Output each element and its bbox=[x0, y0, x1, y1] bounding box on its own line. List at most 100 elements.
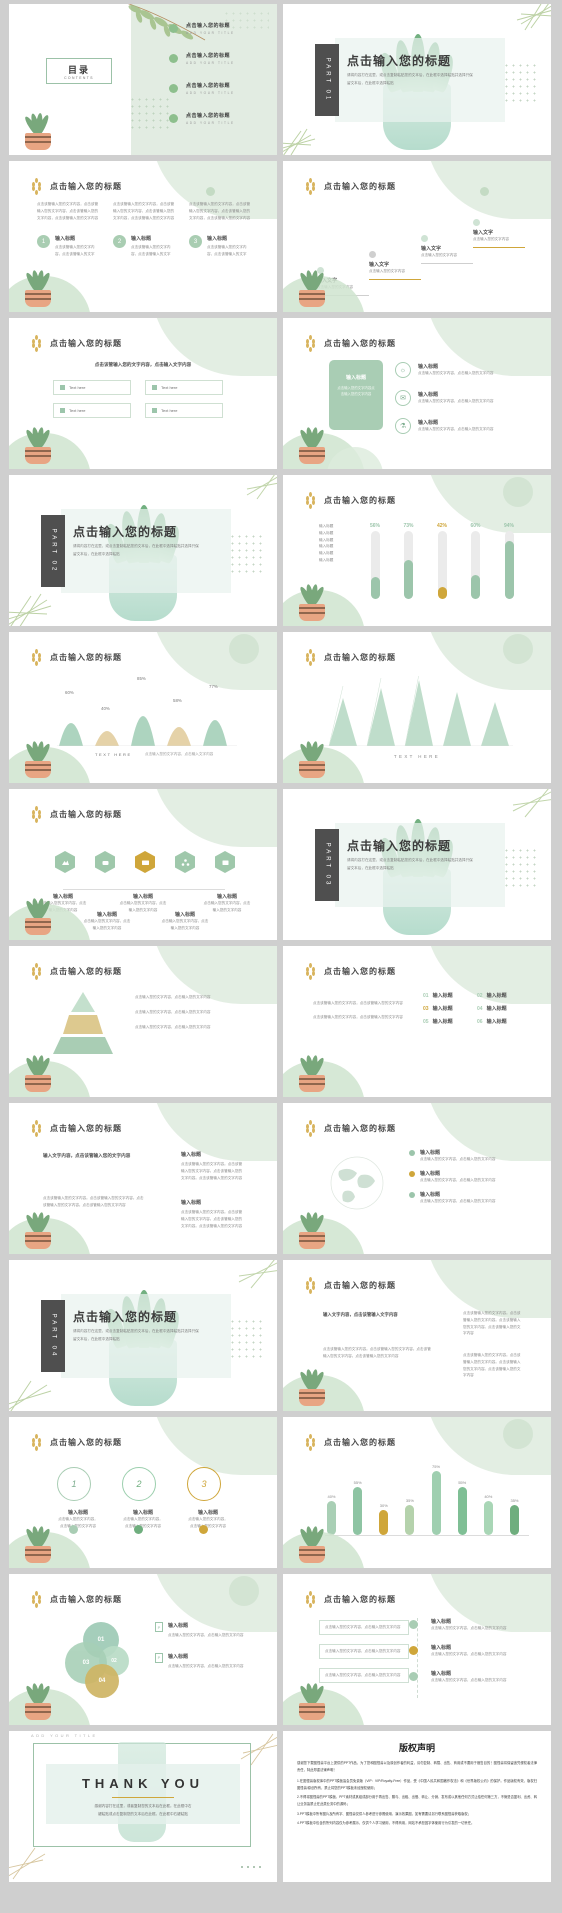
ring-2[interactable]: 2 输入标题 点击输入您的文字内容，点击输入您的文字内容 bbox=[122, 1467, 164, 1534]
toc-item-4[interactable]: 点击输入您的标题 ADD YOUR TITLE bbox=[169, 112, 235, 125]
step-4[interactable]: 输入文字 点击输入您的文字内容 bbox=[473, 219, 525, 248]
toc-item-3[interactable]: 点击输入您的标题 ADD YOUR TITLE bbox=[169, 82, 235, 95]
slide-center-list[interactable]: 点击输入您的标题 点击输入您的文字内容，点击输入您的文字内容 点击输入您的文字内… bbox=[283, 1574, 551, 1725]
center-left-2[interactable]: 点击输入您的文字内容，点击输入您的文字内容 bbox=[319, 1644, 409, 1659]
slide-part-03[interactable]: PART 03 点击输入您的标题 请将内容打在这里，或点击复制粘贴您的文本后，在… bbox=[283, 789, 551, 940]
center-right-3[interactable]: 输入标题 点击输入您的文字内容，点击输入您的文字内容 bbox=[431, 1670, 519, 1684]
venn-legend-2[interactable]: P 输入标题 点击输入您的文字内容，点击输入您的文字内容 bbox=[155, 1652, 251, 1670]
list-row-3[interactable]: ⚗ 输入标题 点击输入您的文字内容，点击输入您的文字内容 bbox=[395, 418, 493, 434]
hex-label-2[interactable]: 输入标题 点击输入您的文字内容，点击输入您的文字内容 bbox=[83, 911, 131, 932]
slide-title: 点击输入您的标题 bbox=[31, 806, 122, 823]
center-right-1[interactable]: 输入标题 点击输入您的文字内容，点击输入您的文字内容 bbox=[431, 1618, 519, 1632]
tube-bar-5[interactable]: 94% bbox=[501, 523, 517, 599]
step-2-desc: 点击输入您的文字内容 bbox=[369, 269, 405, 273]
toc-title-cn: 目录 bbox=[67, 64, 90, 75]
slide-venn[interactable]: 点击输入您的标题 01 02 03 04 P 输入标题 点击输入您的文字内容，点… bbox=[9, 1574, 277, 1725]
column-3[interactable]: 点击该管输入您的文字内容，点击该管输入您的文字内容，点击该管输入您的文字内容，点… bbox=[189, 201, 251, 258]
grid-card-6[interactable]: 06 输入标题 bbox=[477, 1018, 523, 1026]
tube-bar-1[interactable]: 56% bbox=[367, 523, 383, 599]
card-1[interactable]: Text here bbox=[53, 380, 131, 395]
dot-grid-decoration bbox=[229, 1318, 263, 1362]
step-3[interactable]: 输入文字 点击输入您的文字内容 bbox=[421, 235, 473, 264]
bar-7[interactable]: 40% bbox=[482, 1494, 495, 1535]
slide-rings[interactable]: 点击输入您的标题 1 输入标题 点击输入您的文字内容，点击输入您的文字内容 2 … bbox=[9, 1417, 277, 1568]
slide-part-02[interactable]: PART 02 点击输入您的标题 请将内容打在这里，或点击复制粘贴您的文本后，在… bbox=[9, 475, 277, 626]
slide-part-04[interactable]: PART 04 点击输入您的标题 请将内容打在这里，或点击复制粘贴您的文本后，在… bbox=[9, 1260, 277, 1411]
column-3-sub: 点击该管输入您的文字内容，点击该管输入的文字 bbox=[207, 245, 247, 257]
grid-card-1[interactable]: 01 输入标题 bbox=[423, 992, 469, 1000]
grid-card-4[interactable]: 04 输入标题 bbox=[477, 1005, 523, 1013]
slide-thank-you[interactable]: ADD YOUR TITLE THANK YOU 感谢内容打在这里，或者复制您的… bbox=[9, 1731, 277, 1882]
slide-bell-curve-chart[interactable]: 点击输入您的标题 60% 40% 85% 58% 77% TEXT HERE 点… bbox=[9, 632, 277, 783]
hex-node-4[interactable] bbox=[175, 851, 195, 873]
slide-stair-steps[interactable]: 点击输入您的标题 输入文字 点击输入您的文字内容 输入文字 点击输入您的文字内容… bbox=[283, 161, 551, 312]
slide-rounded-bar-chart[interactable]: 点击输入您的标题 40% 55% 30% 35% 75% 55% 40% 35% bbox=[283, 1417, 551, 1568]
slide-text-blocks[interactable]: 点击输入您的标题 输入文字内容，点击该管输入文字内容 点击该管输入您的文字内容。… bbox=[283, 1260, 551, 1411]
hex-label-3[interactable]: 输入标题 点击输入您的文字内容，点击输入您的文字内容 bbox=[119, 893, 167, 914]
toc-item-1[interactable]: 点击输入您的标题 ADD YOUR TITLE bbox=[169, 22, 235, 35]
hex-label-4[interactable]: 输入标题 点击输入您的文字内容，点击输入您的文字内容 bbox=[161, 911, 209, 932]
tube-bar-5-value: 94% bbox=[503, 523, 514, 529]
toc-item-1-label: 点击输入您的标题 bbox=[186, 23, 231, 29]
grid-card-5[interactable]: 05 输入标题 bbox=[423, 1018, 469, 1026]
map-legend-2[interactable]: 输入标题 点击输入您的文字内容，点击输入您的文字内容 bbox=[409, 1170, 519, 1184]
ring-3[interactable]: 3 输入标题 点击输入您的文字内容，点击输入您的文字内容 bbox=[187, 1467, 229, 1534]
slide-three-column[interactable]: 点击输入您的标题 点击该管输入您的文字内容，点击该管输入您的文字内容，点击该管输… bbox=[9, 161, 277, 312]
card-4[interactable]: Text here bbox=[145, 403, 223, 418]
copyright-p3: 2.不得将图怪兽的PPT模板、PPT素材或其组成部分用于再出售、赠与、出租、出借… bbox=[297, 1795, 537, 1806]
blob-dot bbox=[480, 187, 489, 196]
hex-node-3[interactable] bbox=[135, 851, 155, 873]
document-icon: P bbox=[155, 1622, 163, 1632]
map-legend-1[interactable]: 输入标题 点击输入您的文字内容，点击输入您的文字内容 bbox=[409, 1149, 519, 1163]
slide-grid-cards[interactable]: 点击输入您的标题 点击该管输入您的文字内容，点击该管输入您的文字内容 点击该管输… bbox=[283, 946, 551, 1097]
hex-label-5[interactable]: 输入标题 点击输入您的文字内容，点击输入您的文字内容 bbox=[203, 893, 251, 914]
map-legend-3[interactable]: 输入标题 点击输入您的文字内容，点击输入您的文字内容 bbox=[409, 1191, 519, 1205]
center-right-1-label: 输入标题 bbox=[431, 1619, 452, 1625]
bar-2[interactable]: 55% bbox=[351, 1480, 364, 1535]
list-row-2[interactable]: ✉ 输入标题 点击输入您的文字内容，点击输入您的文字内容 bbox=[395, 390, 493, 406]
hex-node-1[interactable] bbox=[55, 851, 75, 873]
tube-bar-3[interactable]: 42% bbox=[434, 523, 450, 599]
slide-part-01[interactable]: PART 01 点击输入您的标题 请将内容打在这里，或点击复制粘贴您的文本后，在… bbox=[283, 4, 551, 155]
potted-plant-icon bbox=[293, 579, 331, 621]
panel-title: 输入标题 bbox=[345, 375, 366, 381]
pyramid-legend-1: 点击输入您的文字内容，点击输入您的文字内容 bbox=[135, 995, 211, 999]
center-left-1[interactable]: 点击输入您的文字内容，点击输入您的文字内容 bbox=[319, 1620, 409, 1635]
step-2[interactable]: 输入文字 点击输入您的文字内容 bbox=[369, 251, 421, 280]
hex-node-2[interactable] bbox=[95, 851, 115, 873]
list-row-1[interactable]: ☼ 输入标题 点击输入您的文字内容，点击输入您的文字内容 bbox=[395, 362, 493, 378]
center-right-2[interactable]: 输入标题 点击输入您的文字内容，点击输入您的文字内容 bbox=[431, 1644, 519, 1658]
grid-card-3[interactable]: 03 输入标题 bbox=[423, 1005, 469, 1013]
slide-two-col-text[interactable]: 点击输入您的标题 输入文字内容，点击该管输入您的文字内容 输入标题 点击该管输入… bbox=[9, 1103, 277, 1254]
highlight-panel[interactable]: 输入标题 点击输入您的文字内容点击输入您的文字内容 bbox=[329, 360, 383, 430]
slide-map-list[interactable]: 点击输入您的标题 输入标题 点击输入您的文字内容，点击输入您的文字内容 输入标题… bbox=[283, 1103, 551, 1254]
map-legend-2-desc: 点击输入您的文字内容，点击输入您的文字内容 bbox=[420, 1177, 496, 1182]
venn-circle-04[interactable]: 04 bbox=[85, 1664, 119, 1698]
center-node-1 bbox=[409, 1620, 418, 1629]
toc-item-2[interactable]: 点击输入您的标题 ADD YOUR TITLE bbox=[169, 52, 235, 65]
slide-toc[interactable]: 目录 CONTENTS 点击输入您的标题 ADD YOUR TITLE 点击输入… bbox=[9, 4, 277, 155]
slide-panel-list[interactable]: 点击输入您的标题 输入标题 点击输入您的文字内容点击输入您的文字内容 ☼ 输入标… bbox=[283, 318, 551, 469]
bar-4[interactable]: 35% bbox=[403, 1498, 416, 1535]
column-2[interactable]: 点击该管输入您的文字内容，点击该管输入您的文字内容，点击该管输入您的文字内容，点… bbox=[113, 201, 175, 258]
center-left-3[interactable]: 点击输入您的文字内容，点击输入您的文字内容 bbox=[319, 1668, 409, 1683]
triangle-chart bbox=[323, 676, 513, 746]
bar-3[interactable]: 30% bbox=[377, 1503, 390, 1535]
tube-bar-4[interactable]: 60% bbox=[468, 523, 484, 599]
venn-legend-1[interactable]: P 输入标题 点击输入您的文字内容，点击输入您的文字内容 bbox=[155, 1622, 251, 1639]
tube-bar-2[interactable]: 73% bbox=[401, 523, 417, 599]
slide-triangle-chart[interactable]: 点击输入您的标题 TEXT HERE bbox=[283, 632, 551, 783]
slide-hex-timeline[interactable]: 点击输入您的标题 输入标题 点击输入您的文字内容，点击输入您的文字内容 输入标题… bbox=[9, 789, 277, 940]
hex-node-5[interactable] bbox=[215, 851, 235, 873]
slide-four-cards[interactable]: 点击输入您的标题 点击该管输入您的文字内容，点击输入文字内容 Text here… bbox=[9, 318, 277, 469]
grid-card-2[interactable]: 02 输入标题 bbox=[477, 992, 523, 1000]
slide-tube-bar-chart[interactable]: 点击输入您的标题 输入标题 输入标题 输入标题 输入标题 输入标题 输入标题 5… bbox=[283, 475, 551, 626]
bar-6[interactable]: 55% bbox=[456, 1480, 469, 1535]
column-1[interactable]: 点击该管输入您的文字内容，点击该管输入您的文字内容，点击该管输入您的文字内容，点… bbox=[37, 201, 99, 258]
ring-1[interactable]: 1 输入标题 点击输入您的文字内容，点击输入您的文字内容 bbox=[57, 1467, 99, 1534]
slide-pyramid[interactable]: 点击输入您的标题 点击输入您的文字内容，点击输入您的文字内容 点击输入您的文字内… bbox=[9, 946, 277, 1097]
bar-8[interactable]: 35% bbox=[508, 1498, 521, 1535]
card-2[interactable]: Text here bbox=[145, 380, 223, 395]
bar-5[interactable]: 75% bbox=[430, 1464, 443, 1535]
card-3[interactable]: Text here bbox=[53, 403, 131, 418]
